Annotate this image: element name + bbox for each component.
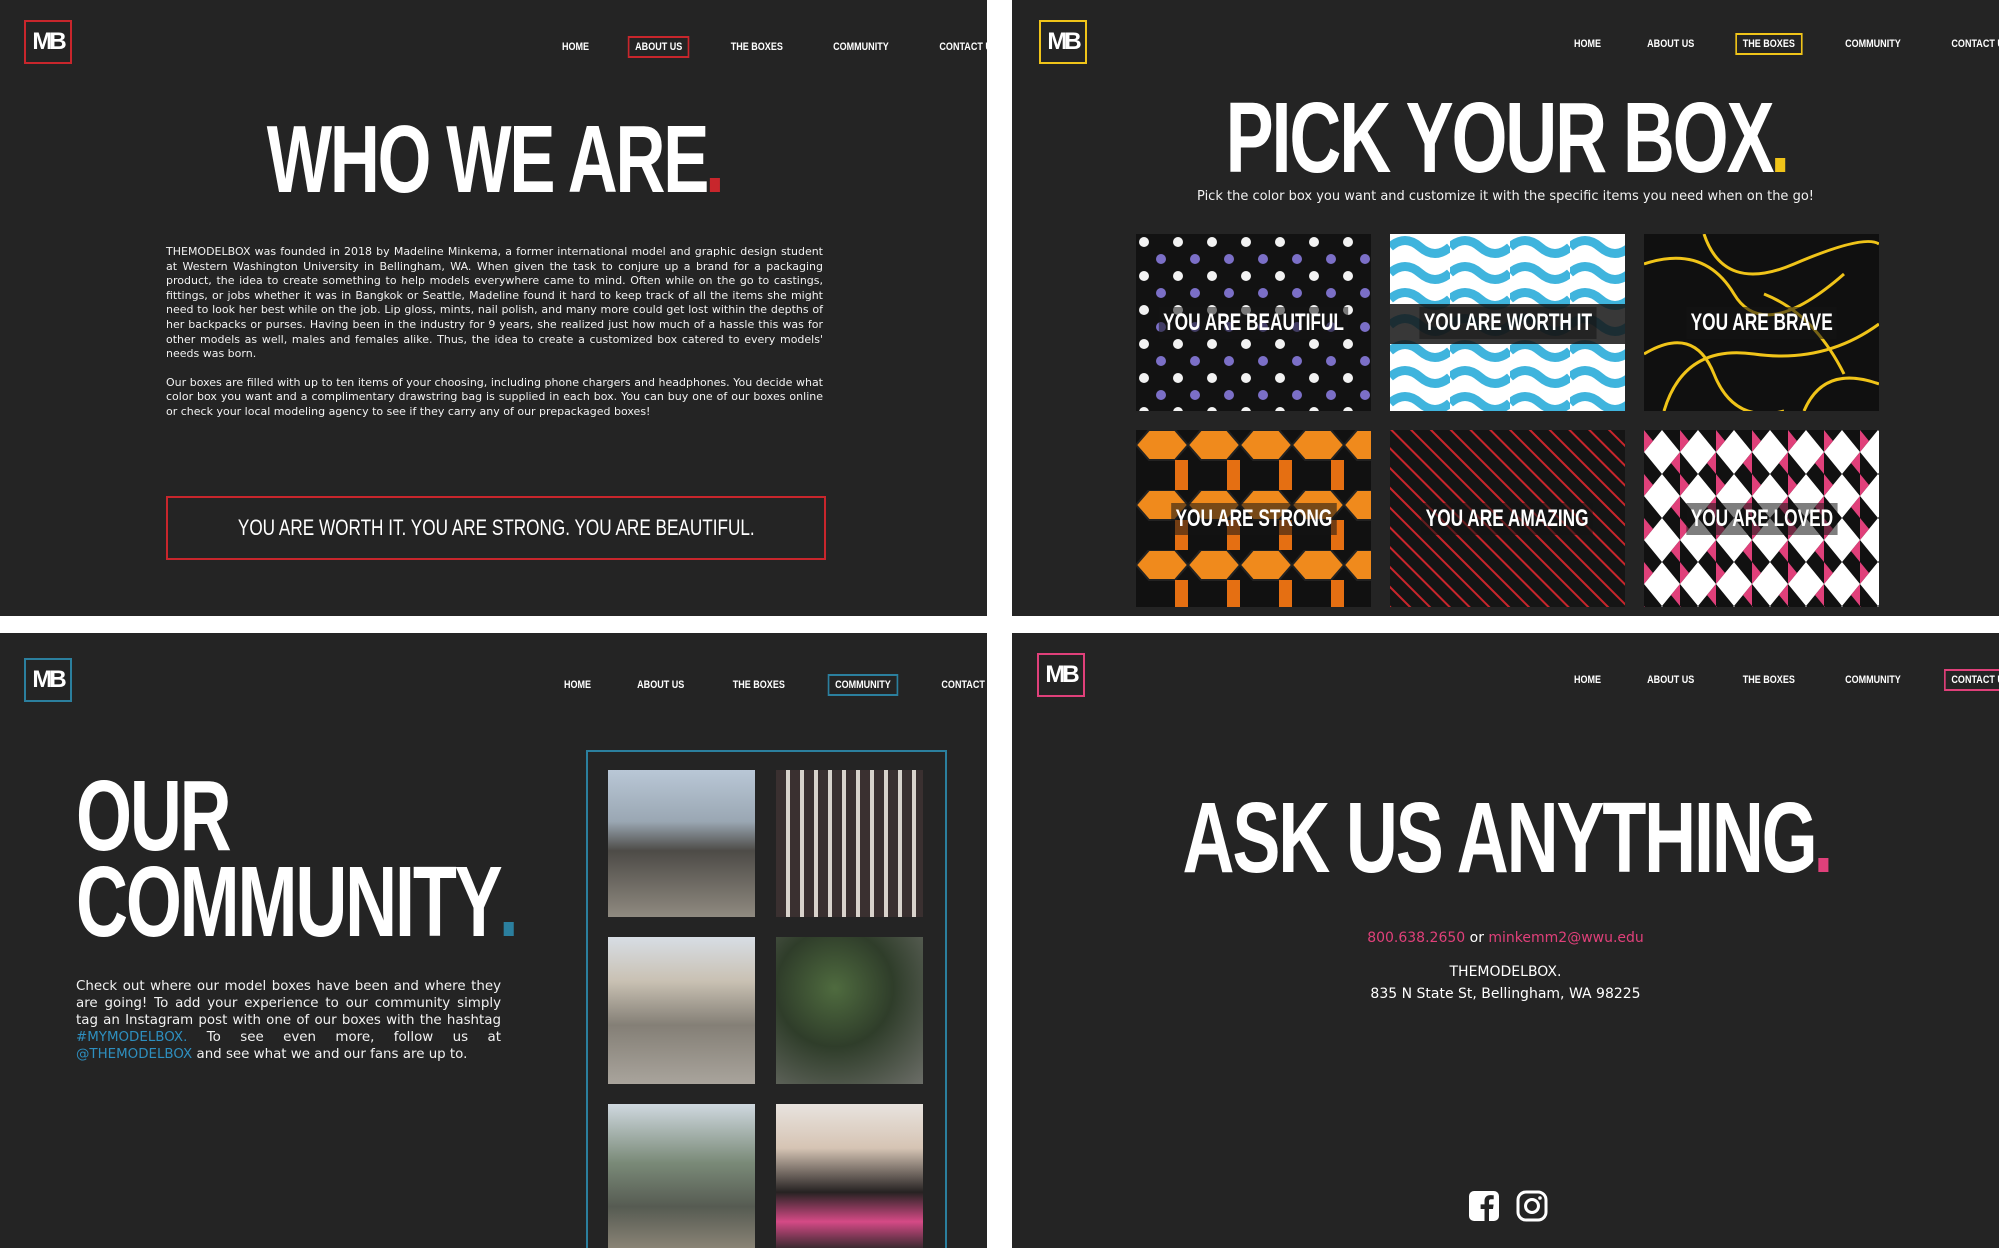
accent-dot (503, 922, 514, 936)
accent-dot (1818, 858, 1829, 872)
park-path-photo[interactable] (776, 937, 923, 1084)
colonnade-building-photo[interactable] (608, 770, 755, 917)
nav-bar: HOME ABOUT US THE BOXES COMMUNITY CONTAC… (532, 674, 987, 696)
box-tile-amazing[interactable]: YOU ARE AMAZING (1390, 430, 1625, 607)
email-link[interactable]: minkemm2@wwu.edu (1488, 930, 1643, 946)
nav-home[interactable]: HOME (1567, 33, 1609, 55)
nav-boxes[interactable]: THE BOXES (1736, 669, 1803, 691)
nav-home[interactable]: HOME (1567, 669, 1609, 691)
accent-dot (1775, 158, 1786, 172)
facebook-icon[interactable] (1468, 1190, 1500, 1222)
address: 835 N State St, Bellingham, WA 98225 (1370, 986, 1641, 1002)
box-caption: YOU ARE AMAZING (1421, 502, 1594, 535)
instagram-handle-link[interactable]: @THEMODELBOX (76, 1047, 192, 1062)
contact-line: 800.638.2650 or minkemm2@wwu.edu (1012, 927, 1999, 949)
nav-community[interactable]: COMMUNITY (826, 36, 896, 58)
nav-community[interactable]: COMMUNITY (827, 674, 899, 696)
nav-home[interactable]: HOME (557, 674, 599, 696)
instagram-icon[interactable] (1516, 1190, 1548, 1222)
nav-about[interactable]: ABOUT US (627, 36, 690, 58)
community-text: Check out where our model boxes have bee… (76, 979, 501, 1062)
nav-contact[interactable]: CONTACT US (934, 674, 987, 696)
paragraph: Our boxes are filled with up to ten item… (166, 375, 823, 418)
or-text: or (1469, 930, 1484, 946)
page-title: ASK US ANYTHING (1150, 788, 1861, 888)
nav-about[interactable]: ABOUT US (1640, 669, 1702, 691)
contact-info: 800.638.2650 or minkemm2@wwu.edu THEMODE… (1012, 927, 1999, 1005)
box-tile-brave[interactable]: YOU ARE BRAVE (1644, 234, 1879, 411)
about-page: MB HOME ABOUT US THE BOXES COMMUNITY CON… (0, 0, 987, 616)
box-tile-worth-it[interactable]: YOU ARE WORTH IT (1390, 234, 1625, 411)
accent-dot (710, 178, 721, 192)
nav-bar: HOME ABOUT US THE BOXES COMMUNITY CONTAC… (1542, 33, 1999, 55)
box-caption: YOU ARE STRONG (1170, 502, 1337, 535)
phone-link[interactable]: 800.638.2650 (1367, 930, 1465, 946)
nav-boxes[interactable]: THE BOXES (1735, 33, 1803, 55)
ornate-facade-photo[interactable] (776, 770, 923, 917)
nav-home[interactable]: HOME (555, 36, 597, 58)
box-caption: YOU ARE WORTH IT (1419, 306, 1596, 339)
box-tile-loved[interactable]: YOU ARE LOVED (1644, 430, 1879, 607)
nav-community[interactable]: COMMUNITY (1838, 669, 1908, 691)
boxes-page: MB HOME ABOUT US THE BOXES COMMUNITY CON… (1012, 0, 1999, 616)
palace-plaza-photo[interactable] (608, 937, 755, 1084)
instagram-gallery (586, 750, 947, 1248)
box-tile-beautiful[interactable]: YOU ARE BEAUTIFUL (1136, 234, 1371, 411)
motto-banner: YOU ARE WORTH IT. YOU ARE STRONG. YOU AR… (166, 496, 826, 560)
title-line: COMMUNITY (76, 852, 514, 952)
logo[interactable]: MB (1037, 653, 1085, 697)
nav-about[interactable]: ABOUT US (1640, 33, 1702, 55)
page-title: WHO WE ARE (138, 112, 849, 208)
nav-about[interactable]: ABOUT US (630, 674, 692, 696)
page-subtitle: Pick the color box you want and customiz… (1197, 189, 1814, 204)
contact-page: MB HOME ABOUT US THE BOXES COMMUNITY CON… (1012, 633, 1999, 1248)
box-tile-strong[interactable]: YOU ARE STRONG (1136, 430, 1371, 607)
nav-boxes[interactable]: THE BOXES (726, 674, 793, 696)
logo[interactable]: MB (24, 658, 72, 702)
box-caption: YOU ARE BEAUTIFUL (1158, 306, 1349, 339)
street-photo[interactable] (608, 1104, 755, 1248)
nav-contact[interactable]: CONTACT US (1943, 669, 1999, 691)
about-text: THEMODELBOX was founded in 2018 by Madel… (166, 245, 823, 434)
box-caption: YOU ARE BRAVE (1686, 306, 1837, 339)
hashtag-link[interactable]: #MYMODELBOX. (76, 1030, 187, 1045)
group-portrait-photo[interactable] (776, 1104, 923, 1248)
logo[interactable]: MB (1039, 20, 1087, 64)
nav-community[interactable]: COMMUNITY (1838, 33, 1908, 55)
nav-bar: HOME ABOUT US THE BOXES COMMUNITY CONTAC… (530, 36, 987, 58)
nav-bar: HOME ABOUT US THE BOXES COMMUNITY CONTAC… (1542, 669, 1999, 691)
nav-boxes[interactable]: THE BOXES (724, 36, 791, 58)
nav-contact[interactable]: CONTACT US (932, 36, 987, 58)
paragraph: THEMODELBOX was founded in 2018 by Madel… (166, 245, 823, 361)
community-page: MB HOME ABOUT US THE BOXES COMMUNITY CON… (0, 633, 987, 1248)
box-caption: YOU ARE LOVED (1685, 502, 1838, 535)
page-title: OUR COMMUNITY (76, 766, 514, 952)
social-links (1468, 1190, 1564, 1222)
logo[interactable]: MB (24, 20, 72, 64)
nav-contact[interactable]: CONTACT US (1944, 33, 1999, 55)
page-title: PICK YOUR BOX (1150, 88, 1861, 188)
company-name: THEMODELBOX. (1449, 964, 1562, 980)
